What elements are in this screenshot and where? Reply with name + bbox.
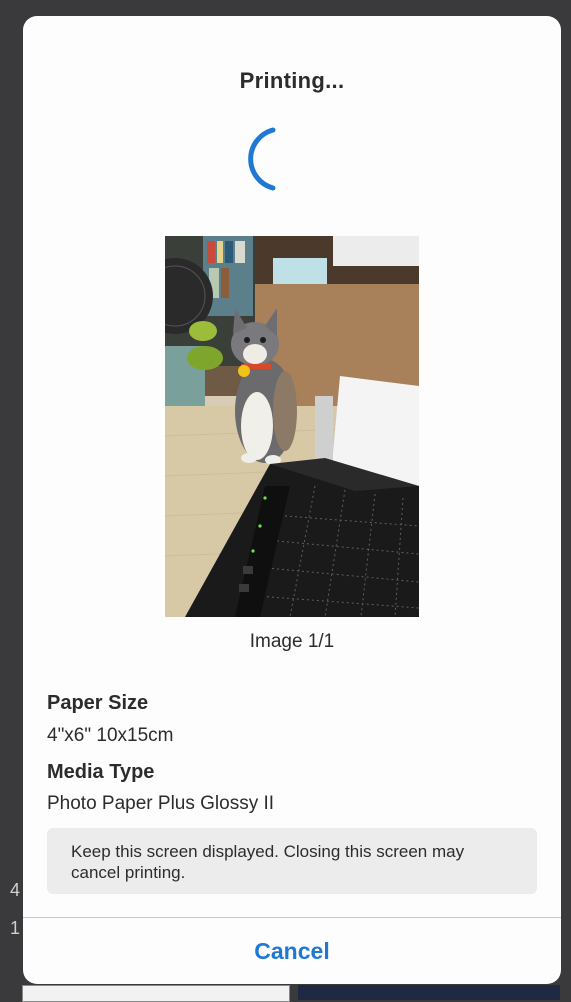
cancel-button[interactable]: Cancel [23,918,561,984]
background-text-2: 1 [10,918,21,938]
background-button-right [298,985,560,1000]
loading-spinner-icon [248,127,276,191]
dialog-title: Printing... [239,68,345,93]
keep-screen-notice: Keep this screen displayed. Closing this… [47,828,537,894]
media-type-value: Photo Paper Plus Glossy II [47,793,275,814]
background-button-left [22,985,290,1002]
printing-dialog: Printing... Image 1/1 Paper Size 4"x6" 1… [23,16,561,984]
paper-size-label: Paper Size [47,692,149,714]
print-preview-image [165,236,419,617]
paper-size-value: 4"x6" 10x15cm [47,725,174,746]
background-text-1: 4 [10,880,21,900]
media-type-label: Media Type [47,761,155,783]
image-counter: Image 1/1 [249,631,335,652]
